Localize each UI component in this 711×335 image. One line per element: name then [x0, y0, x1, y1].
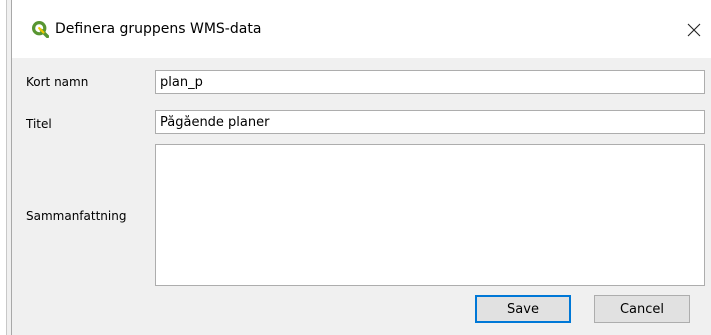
close-button[interactable]: [677, 10, 711, 50]
abstract-label: Sammanfattning: [26, 209, 127, 223]
cancel-button[interactable]: Cancel: [594, 295, 690, 323]
close-icon: [687, 23, 701, 37]
short-name-label: Kort namn: [26, 75, 89, 89]
dialog-title: Definera gruppens WMS-data: [55, 21, 262, 37]
qgis-logo-icon: [31, 20, 49, 38]
wms-data-dialog: Definera gruppens WMS-data Kort namn Tit…: [11, 0, 711, 335]
save-button[interactable]: Save: [475, 295, 571, 323]
abstract-textarea[interactable]: [155, 144, 705, 286]
dialog-titlebar: Definera gruppens WMS-data: [12, 0, 711, 58]
short-name-input[interactable]: [155, 70, 705, 94]
title-label: Titel: [26, 117, 52, 131]
title-input[interactable]: [155, 110, 705, 134]
background-window-edge: [0, 0, 7, 335]
